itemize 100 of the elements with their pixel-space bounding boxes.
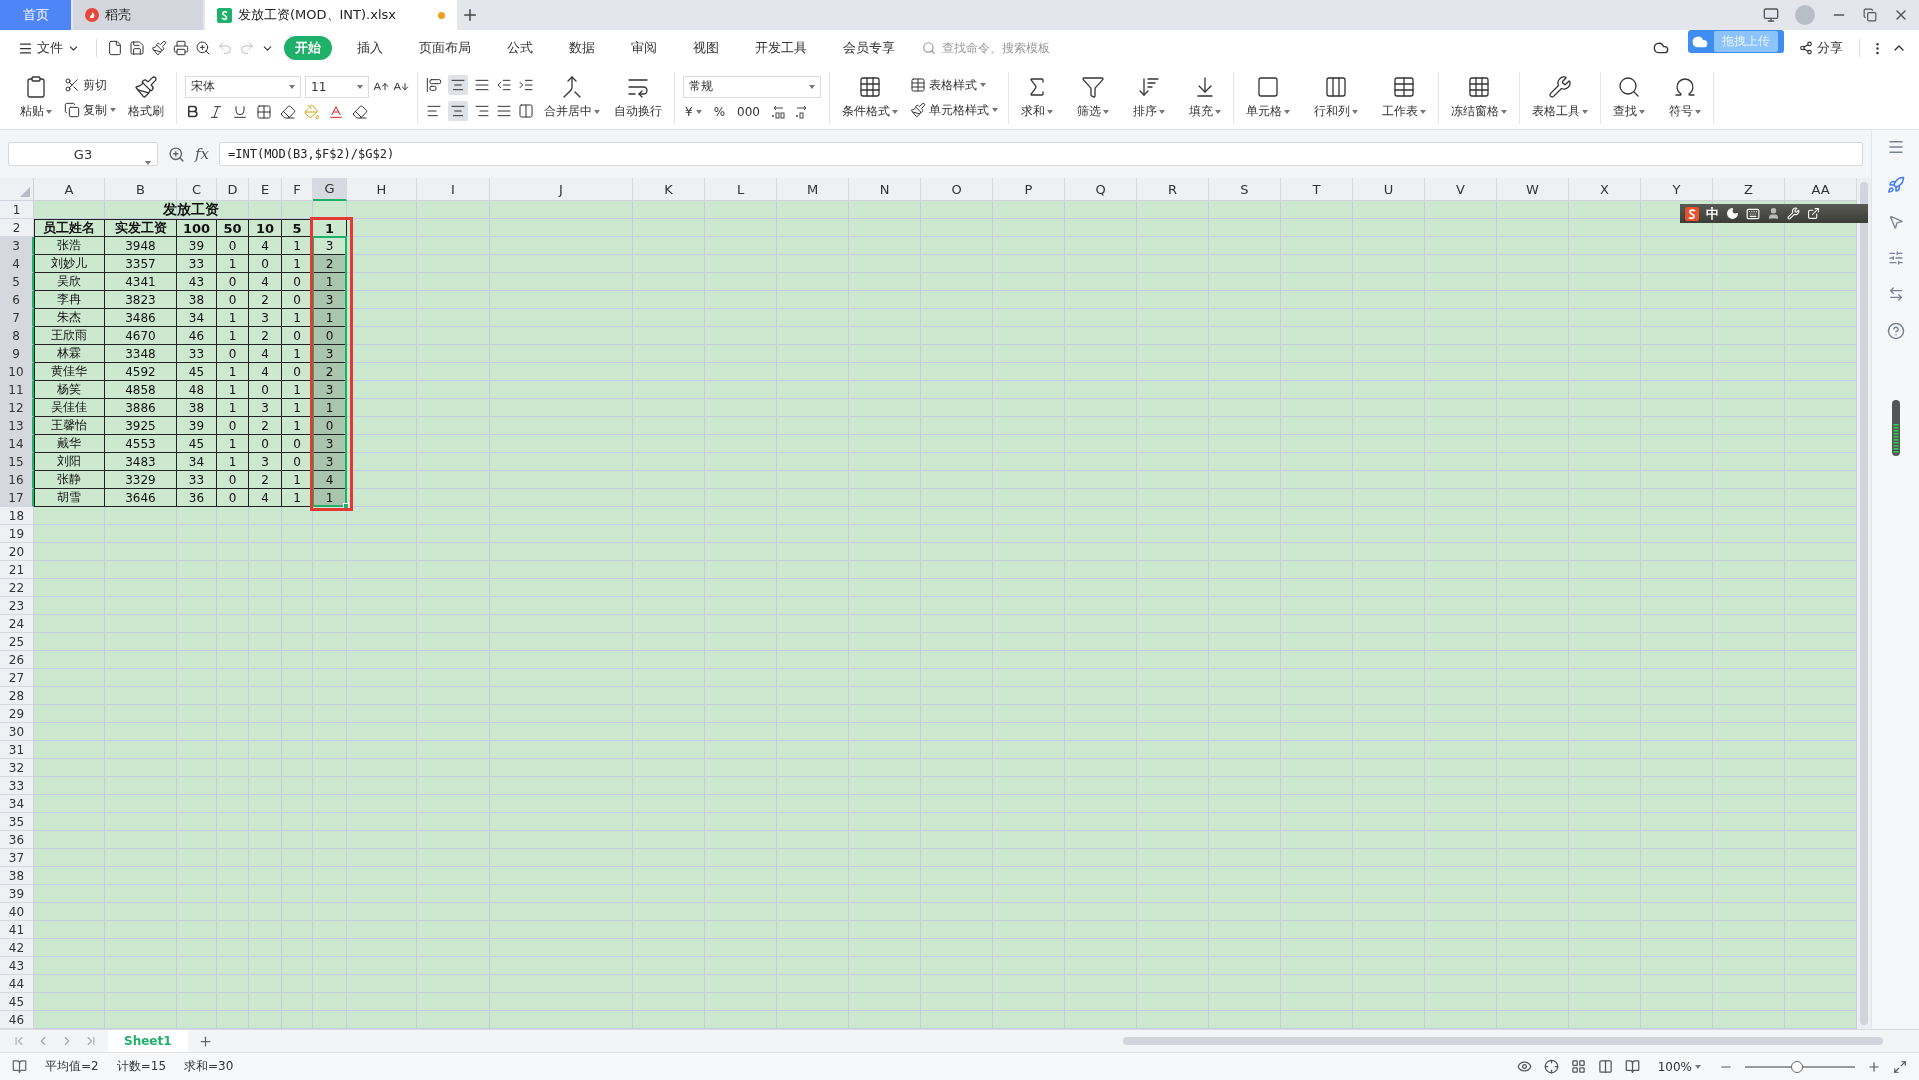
ribbon-button[interactable]: 求和 (1017, 73, 1057, 122)
moon-icon[interactable] (1726, 207, 1739, 220)
ribbon-tab[interactable]: 审阅 (620, 36, 668, 60)
fullscreen-icon[interactable] (1893, 1059, 1907, 1074)
ribbon-tab[interactable]: 插入 (346, 36, 394, 60)
zoom-in-icon[interactable] (1867, 1059, 1881, 1074)
external-link-icon[interactable] (1807, 207, 1820, 220)
normal-view-icon[interactable] (1570, 1059, 1586, 1074)
copy-button[interactable]: 复制 (62, 100, 118, 120)
row-number[interactable]: 20 (0, 543, 34, 561)
row-number[interactable]: 38 (0, 867, 34, 885)
brush-icon[interactable] (151, 40, 167, 56)
row-number[interactable]: 19 (0, 525, 34, 543)
status-icon[interactable] (12, 1059, 27, 1074)
wrench-icon[interactable] (1787, 207, 1800, 220)
restore-icon[interactable] (1863, 8, 1877, 22)
ribbon-button[interactable]: 行和列 (1310, 73, 1362, 122)
number-format-select[interactable]: 常规 (683, 75, 821, 98)
ribbon-button[interactable]: 填充 (1185, 73, 1225, 122)
fill-color-icon[interactable] (304, 103, 320, 120)
column-header[interactable]: S (1209, 178, 1281, 201)
cell-style-button[interactable]: 单元格样式 (908, 100, 1000, 120)
row-number[interactable]: 16 (0, 471, 34, 489)
row-number[interactable]: 11 (0, 381, 34, 399)
column-header[interactable]: AA (1785, 178, 1857, 201)
document-tab[interactable]: 发放工资(MOD、INT).xlsx (205, 0, 457, 30)
percent-button[interactable]: % (711, 103, 728, 120)
column-header[interactable]: L (705, 178, 777, 201)
command-search-field[interactable]: 查找命令、搜索模板 (922, 40, 1070, 56)
window-list-icon[interactable] (1763, 7, 1779, 23)
font-size-select[interactable]: 11 (305, 75, 369, 98)
zoom-slider[interactable] (1745, 1059, 1855, 1074)
name-box[interactable]: G3 (8, 142, 158, 166)
column-header[interactable]: C (177, 178, 217, 201)
row-number[interactable]: 9 (0, 345, 34, 363)
column-header[interactable]: O (921, 178, 993, 201)
vertical-scrollbar[interactable] (1857, 178, 1871, 1029)
column-header[interactable]: T (1281, 178, 1353, 201)
row-number[interactable]: 43 (0, 957, 34, 975)
row-number[interactable]: 40 (0, 903, 34, 921)
column-header[interactable]: A (34, 178, 105, 201)
row-number[interactable]: 25 (0, 633, 34, 651)
row-number[interactable]: 31 (0, 741, 34, 759)
row-number[interactable]: 27 (0, 669, 34, 687)
row-number[interactable]: 1 (0, 201, 34, 219)
zoom-icon[interactable] (168, 145, 185, 163)
function-label[interactable]: fx (195, 145, 209, 163)
row-number[interactable]: 46 (0, 1011, 34, 1029)
row-number[interactable]: 26 (0, 651, 34, 669)
column-header[interactable]: D (217, 178, 249, 201)
column-header[interactable]: N (849, 178, 921, 201)
row-number[interactable]: 24 (0, 615, 34, 633)
row-number[interactable]: 17 (0, 489, 34, 507)
column-header[interactable]: V (1425, 178, 1497, 201)
row-number[interactable]: 4 (0, 255, 34, 273)
align-top-icon[interactable] (426, 76, 442, 93)
add-sheet-icon[interactable] (197, 1033, 213, 1049)
row-number[interactable]: 41 (0, 921, 34, 939)
help-icon[interactable] (1886, 322, 1905, 340)
row-number[interactable]: 44 (0, 975, 34, 993)
font-color-icon[interactable] (328, 103, 344, 120)
ribbon-button[interactable]: 筛选 (1073, 73, 1113, 122)
row-number[interactable]: 7 (0, 309, 34, 327)
eye-icon[interactable] (1516, 1059, 1532, 1074)
new-file-icon[interactable] (107, 40, 123, 56)
row-number[interactable]: 35 (0, 813, 34, 831)
row-number[interactable]: 34 (0, 795, 34, 813)
row-number[interactable]: 5 (0, 273, 34, 291)
print-icon[interactable] (173, 40, 189, 56)
slider-thumb[interactable] (1790, 1060, 1803, 1073)
row-number[interactable]: 21 (0, 561, 34, 579)
merge-center-button[interactable]: 合并居中 (540, 73, 604, 122)
column-header[interactable]: B (105, 178, 177, 201)
paste-button[interactable]: 粘贴 (16, 73, 56, 122)
ribbon-button[interactable]: 工作表 (1378, 73, 1430, 122)
row-number[interactable]: 8 (0, 327, 34, 345)
row-number[interactable]: 2 (0, 219, 34, 237)
format-painter-button[interactable]: 格式刷 (124, 73, 168, 122)
column-header[interactable]: H (347, 178, 417, 201)
column-header[interactable]: W (1497, 178, 1569, 201)
currency-button[interactable]: ¥ (683, 103, 704, 120)
reading-view-icon[interactable] (1624, 1059, 1640, 1074)
row-number[interactable]: 3 (0, 237, 34, 255)
row-number[interactable]: 45 (0, 993, 34, 1011)
row-number[interactable]: 13 (0, 417, 34, 435)
row-number[interactable]: 30 (0, 723, 34, 741)
share-button[interactable]: 分享 (1793, 38, 1849, 58)
column-header[interactable]: P (993, 178, 1065, 201)
ribbon-tab[interactable]: 公式 (496, 36, 544, 60)
ribbon-button[interactable]: 单元格 (1242, 73, 1294, 122)
row-number[interactable]: 32 (0, 759, 34, 777)
pointer-icon[interactable] (1887, 214, 1904, 230)
rocket-icon[interactable] (1886, 176, 1905, 194)
ime-mode[interactable]: 中 (1706, 204, 1719, 223)
cut-button[interactable]: 剪切 (62, 75, 118, 95)
row-number[interactable]: 14 (0, 435, 34, 453)
file-menu[interactable]: 文件 (12, 38, 86, 58)
column-header[interactable]: Q (1065, 178, 1137, 201)
thousands-button[interactable]: 000 (735, 103, 762, 120)
ribbon-tab[interactable]: 数据 (558, 36, 606, 60)
